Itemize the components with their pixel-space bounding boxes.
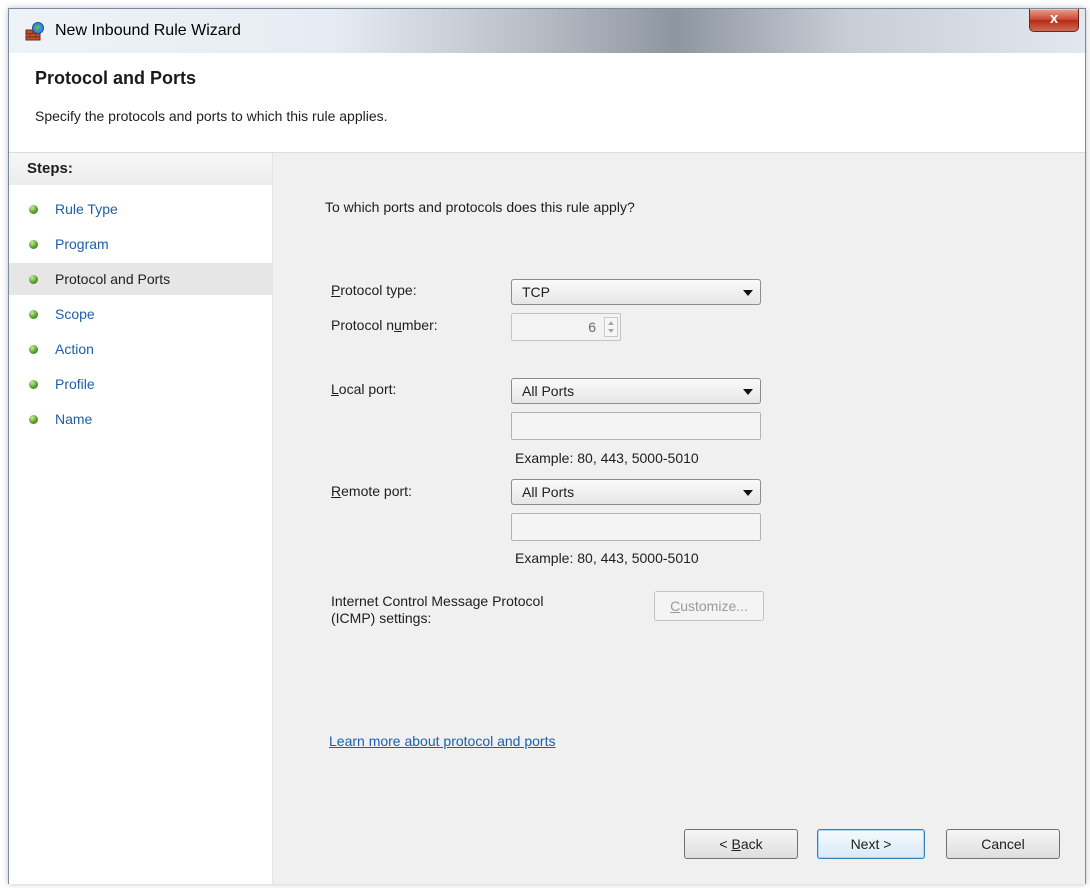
step-bullet-icon [29,275,38,284]
chevron-down-icon [743,490,753,496]
step-label: Rule Type [55,201,118,217]
local-port-example: Example: 80, 443, 5000-5010 [515,450,699,466]
step-scope[interactable]: Scope [9,298,272,330]
step-bullet-icon [29,240,38,249]
step-program[interactable]: Program [9,228,272,260]
firewall-wizard-icon [25,22,44,41]
window-title: New Inbound Rule Wizard [55,22,241,39]
icmp-settings-label: Internet Control Message Protocol (ICMP)… [331,593,544,626]
protocol-type-value: TCP [522,284,550,300]
step-label: Profile [55,376,95,392]
back-button[interactable]: < Back [684,829,798,859]
protocol-number-value: 6 [588,319,596,335]
step-bullet-icon [29,345,38,354]
next-button[interactable]: Next > [817,829,925,859]
step-bullet-icon [29,415,38,424]
protocol-type-label: Protocol type: [331,282,417,298]
remote-port-select[interactable]: All Ports [511,479,761,505]
step-name[interactable]: Name [9,403,272,435]
protocol-number-label: Protocol number: [331,317,438,333]
page-title: Protocol and Ports [35,68,197,88]
step-bullet-icon [29,205,38,214]
learn-more-link[interactable]: Learn more about protocol and ports [329,733,555,749]
step-rule-type[interactable]: Rule Type [9,193,272,225]
wizard-header: Protocol and Ports Specify the protocols… [9,53,1085,153]
remote-port-value: All Ports [522,484,575,500]
chevron-down-icon [743,389,753,395]
page-subtitle: Specify the protocols and ports to which… [35,108,388,124]
step-protocol-and-ports[interactable]: Protocol and Ports [9,263,272,295]
spin-arrows-icon[interactable] [604,317,618,337]
step-bullet-icon [29,310,38,319]
wizard-window: New Inbound Rule Wizard x Protocol and P… [8,8,1086,884]
local-port-value: All Ports [522,383,575,399]
remote-port-label: Remote port: [331,483,412,499]
protocol-number-stepper[interactable]: 6 [511,313,621,341]
close-icon: x [1049,10,1059,27]
local-port-select[interactable]: All Ports [511,378,761,404]
step-label: Protocol and Ports [55,271,171,287]
title-bar[interactable]: New Inbound Rule Wizard x [9,9,1085,54]
remote-port-input[interactable] [511,513,761,541]
question-text: To which ports and protocols does this r… [325,199,635,215]
steps-title: Steps: [9,153,272,185]
close-button[interactable]: x [1029,9,1079,32]
step-label: Program [55,236,109,252]
step-action[interactable]: Action [9,333,272,365]
step-bullet-icon [29,380,38,389]
steps-panel: Steps: Rule Type Program Protocol and Po… [9,153,273,884]
customize-button[interactable]: Customize... [654,591,764,621]
local-port-input[interactable] [511,412,761,440]
protocol-type-select[interactable]: TCP [511,279,761,305]
step-label: Action [55,341,94,357]
step-profile[interactable]: Profile [9,368,272,400]
content-panel: To which ports and protocols does this r… [273,153,1085,884]
local-port-label: Local port: [331,381,397,397]
chevron-down-icon [743,290,753,296]
cancel-button[interactable]: Cancel [946,829,1060,859]
step-label: Name [55,411,93,427]
step-label: Scope [55,306,95,322]
remote-port-example: Example: 80, 443, 5000-5010 [515,550,699,566]
